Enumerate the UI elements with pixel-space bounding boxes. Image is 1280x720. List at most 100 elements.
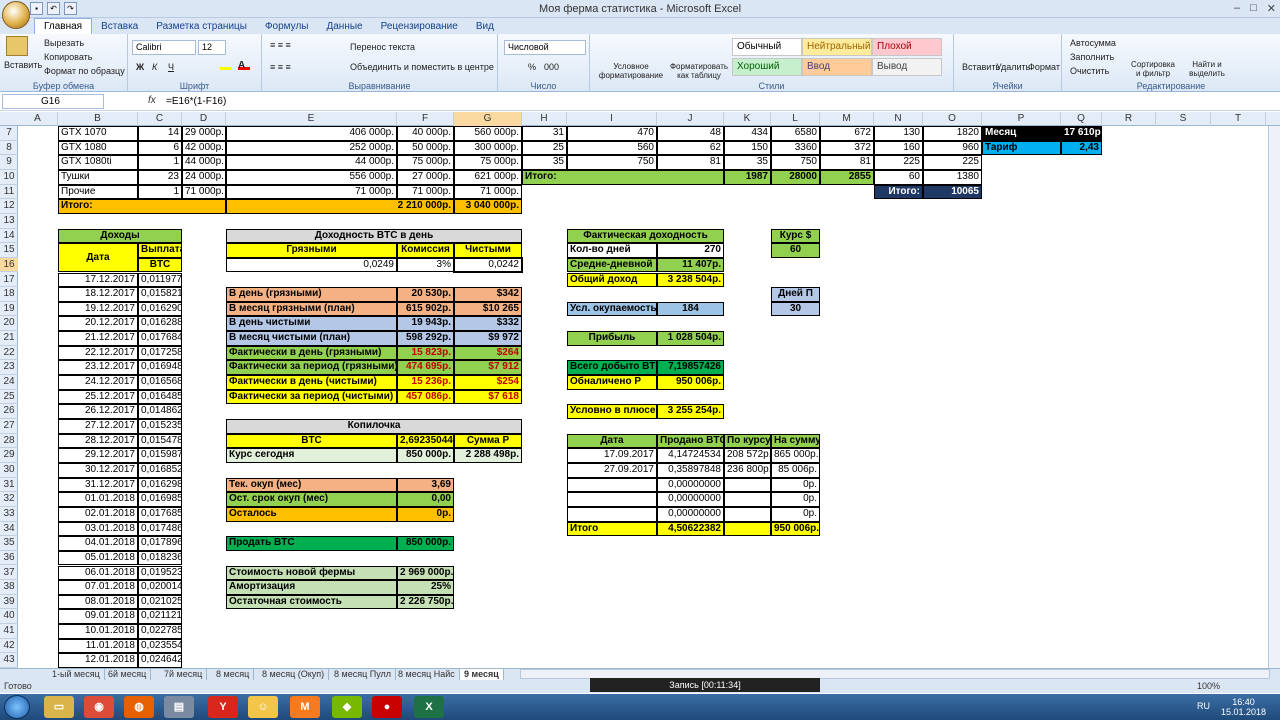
cell-i9[interactable]: 750 — [567, 155, 657, 170]
column-header-k[interactable]: K — [724, 112, 771, 126]
row-header-27[interactable]: 27 — [0, 419, 18, 434]
cell-i23[interactable]: Всего добыто BTC — [567, 360, 657, 376]
column-header-r[interactable]: R — [1102, 112, 1156, 126]
cell-k10[interactable]: 1987 — [724, 169, 771, 185]
cell-b38[interactable]: 07.01.2018 — [58, 580, 138, 595]
cell-g24[interactable]: $254 — [454, 375, 522, 390]
cell-b27[interactable]: 27.12.2017 — [58, 419, 138, 434]
cell-o11[interactable]: 10065 — [923, 184, 982, 200]
row-header-15[interactable]: 15 — [0, 243, 18, 258]
cell-e31[interactable]: Тек. окуп (мес) — [226, 477, 397, 493]
tab-formulas[interactable]: Формулы — [256, 19, 318, 35]
cell-e14[interactable]: Доходность BTC в день — [226, 228, 522, 244]
cell-e7[interactable]: 406 000р. — [226, 126, 397, 141]
cell-j24[interactable]: 950 006р. — [657, 375, 724, 390]
cell-q7[interactable]: 17 610р. — [1061, 126, 1102, 141]
cell-l31[interactable]: 0р. — [771, 477, 820, 493]
cell-c33[interactable]: 0,01768546 — [138, 506, 182, 522]
zoom-level[interactable]: 100% — [1197, 680, 1220, 693]
cell-b15[interactable]: Дата — [58, 243, 138, 273]
name-box[interactable]: G16 — [2, 94, 104, 109]
cell-o8[interactable]: 960 — [923, 140, 982, 156]
cell-j15[interactable]: 270 — [657, 243, 724, 258]
cell-i14[interactable]: Фактическая доходность — [567, 228, 724, 244]
cell-i8[interactable]: 560 — [567, 140, 657, 156]
sheet-tab-2[interactable]: 6й месяц — [104, 669, 152, 680]
wrap-text-button[interactable]: Перенос текста — [350, 42, 415, 52]
cell-f35[interactable]: 850 000р. — [397, 536, 454, 551]
cell-c36[interactable]: 0,01823658 — [138, 550, 182, 566]
cell-j30[interactable]: 0,35897848 — [657, 462, 724, 478]
notepad-icon[interactable]: ▤ — [164, 696, 194, 718]
cell-b17[interactable]: 17.12.2017 — [58, 272, 138, 288]
cell-c31[interactable]: 0,01629853 — [138, 477, 182, 493]
cell-c18[interactable]: 0,01582169 — [138, 287, 182, 302]
cell-i21[interactable]: Прибыль — [567, 331, 657, 346]
cell-g8[interactable]: 300 000р. — [454, 140, 522, 156]
cell-l8[interactable]: 3360 — [771, 140, 820, 156]
cell-j7[interactable]: 48 — [657, 126, 724, 141]
cell-l32[interactable]: 0р. — [771, 492, 820, 507]
cell-f7[interactable]: 40 000р. — [397, 126, 454, 141]
sheet-tab-7[interactable]: 8 месяц Найс — [394, 669, 460, 680]
redo-icon[interactable]: ↷ — [64, 2, 77, 15]
cell-k33[interactable] — [724, 506, 771, 522]
cell-g29[interactable]: 2 288 498р. — [454, 448, 522, 463]
cell-j19[interactable]: 184 — [657, 301, 724, 317]
italic-button[interactable]: К — [152, 62, 157, 72]
cell-b12[interactable]: Итого: — [58, 199, 226, 214]
cell-k7[interactable]: 434 — [724, 126, 771, 141]
cell-c43[interactable]: 0,02464250 — [138, 653, 182, 669]
recorder-icon[interactable]: ● — [372, 696, 402, 718]
row-header-37[interactable]: 37 — [0, 566, 18, 581]
cell-g21[interactable]: $9 972 — [454, 331, 522, 346]
row-header-13[interactable]: 13 — [0, 214, 18, 229]
copy-button[interactable]: Копировать — [44, 52, 92, 62]
font-size-select[interactable]: 12 — [198, 40, 226, 55]
cell-f32[interactable]: 0,00 — [397, 492, 454, 507]
insert-cells-button[interactable]: Вставить — [962, 62, 1000, 72]
cell-i30[interactable]: 27.09.2017 — [567, 462, 657, 478]
maximize-icon[interactable]: □ — [1250, 2, 1257, 15]
cell-l18[interactable]: Дней П — [771, 287, 820, 302]
save-icon[interactable]: ▪ — [30, 2, 43, 15]
undo-icon[interactable]: ↶ — [47, 2, 60, 15]
sheet-tab-8[interactable]: 9 месяц — [460, 669, 504, 680]
cell-e9[interactable]: 44 000р. — [226, 155, 397, 170]
cell-c16[interactable]: BTC — [138, 257, 182, 273]
cell-f11[interactable]: 71 000р. — [397, 184, 454, 200]
row-header-42[interactable]: 42 — [0, 639, 18, 654]
cell-e39[interactable]: Остаточная стоимость — [226, 594, 397, 610]
cell-l10[interactable]: 28000 — [771, 169, 820, 185]
cell-b10[interactable]: Тушки — [58, 169, 138, 185]
cell-f31[interactable]: 3,69 — [397, 477, 454, 493]
tab-review[interactable]: Рецензирование — [372, 19, 467, 35]
cell-o9[interactable]: 225 — [923, 155, 982, 170]
row-header-17[interactable]: 17 — [0, 273, 18, 288]
cell-e18[interactable]: В день (грязными) — [226, 287, 397, 302]
cell-o7[interactable]: 1820 — [923, 126, 982, 141]
cell-f24[interactable]: 15 236р. — [397, 375, 454, 390]
cell-l19[interactable]: 30 — [771, 301, 820, 317]
row-header-19[interactable]: 19 — [0, 302, 18, 317]
cell-d9[interactable]: 44 000р. — [182, 155, 226, 170]
cell-e15[interactable]: Грязными — [226, 243, 397, 258]
cell-l28[interactable]: На сумму — [771, 433, 820, 449]
row-header-22[interactable]: 22 — [0, 346, 18, 361]
formula-input[interactable]: =E16*(1-F16) — [166, 96, 226, 107]
cell-e29[interactable]: Курс сегодня — [226, 448, 397, 463]
cell-f38[interactable]: 25% — [397, 580, 454, 595]
sort-filter-button[interactable]: Сортировка и фильтр — [1128, 60, 1178, 78]
cell-d7[interactable]: 29 000р. — [182, 126, 226, 141]
cell-i19[interactable]: Усл. окупаемость — [567, 301, 657, 317]
cell-i24[interactable]: Обналичено Р — [567, 375, 657, 390]
row-header-40[interactable]: 40 — [0, 609, 18, 625]
cell-f9[interactable]: 75 000р. — [397, 155, 454, 170]
row-header-8[interactable]: 8 — [0, 141, 18, 156]
fill-color-icon[interactable] — [220, 60, 232, 70]
cell-l33[interactable]: 0р. — [771, 506, 820, 522]
cell-c32[interactable]: 0,01698525 — [138, 492, 182, 507]
row-header-10[interactable]: 10 — [0, 170, 18, 185]
cell-c19[interactable]: 0,01629029 — [138, 301, 182, 317]
cell-b18[interactable]: 18.12.2017 — [58, 287, 138, 302]
